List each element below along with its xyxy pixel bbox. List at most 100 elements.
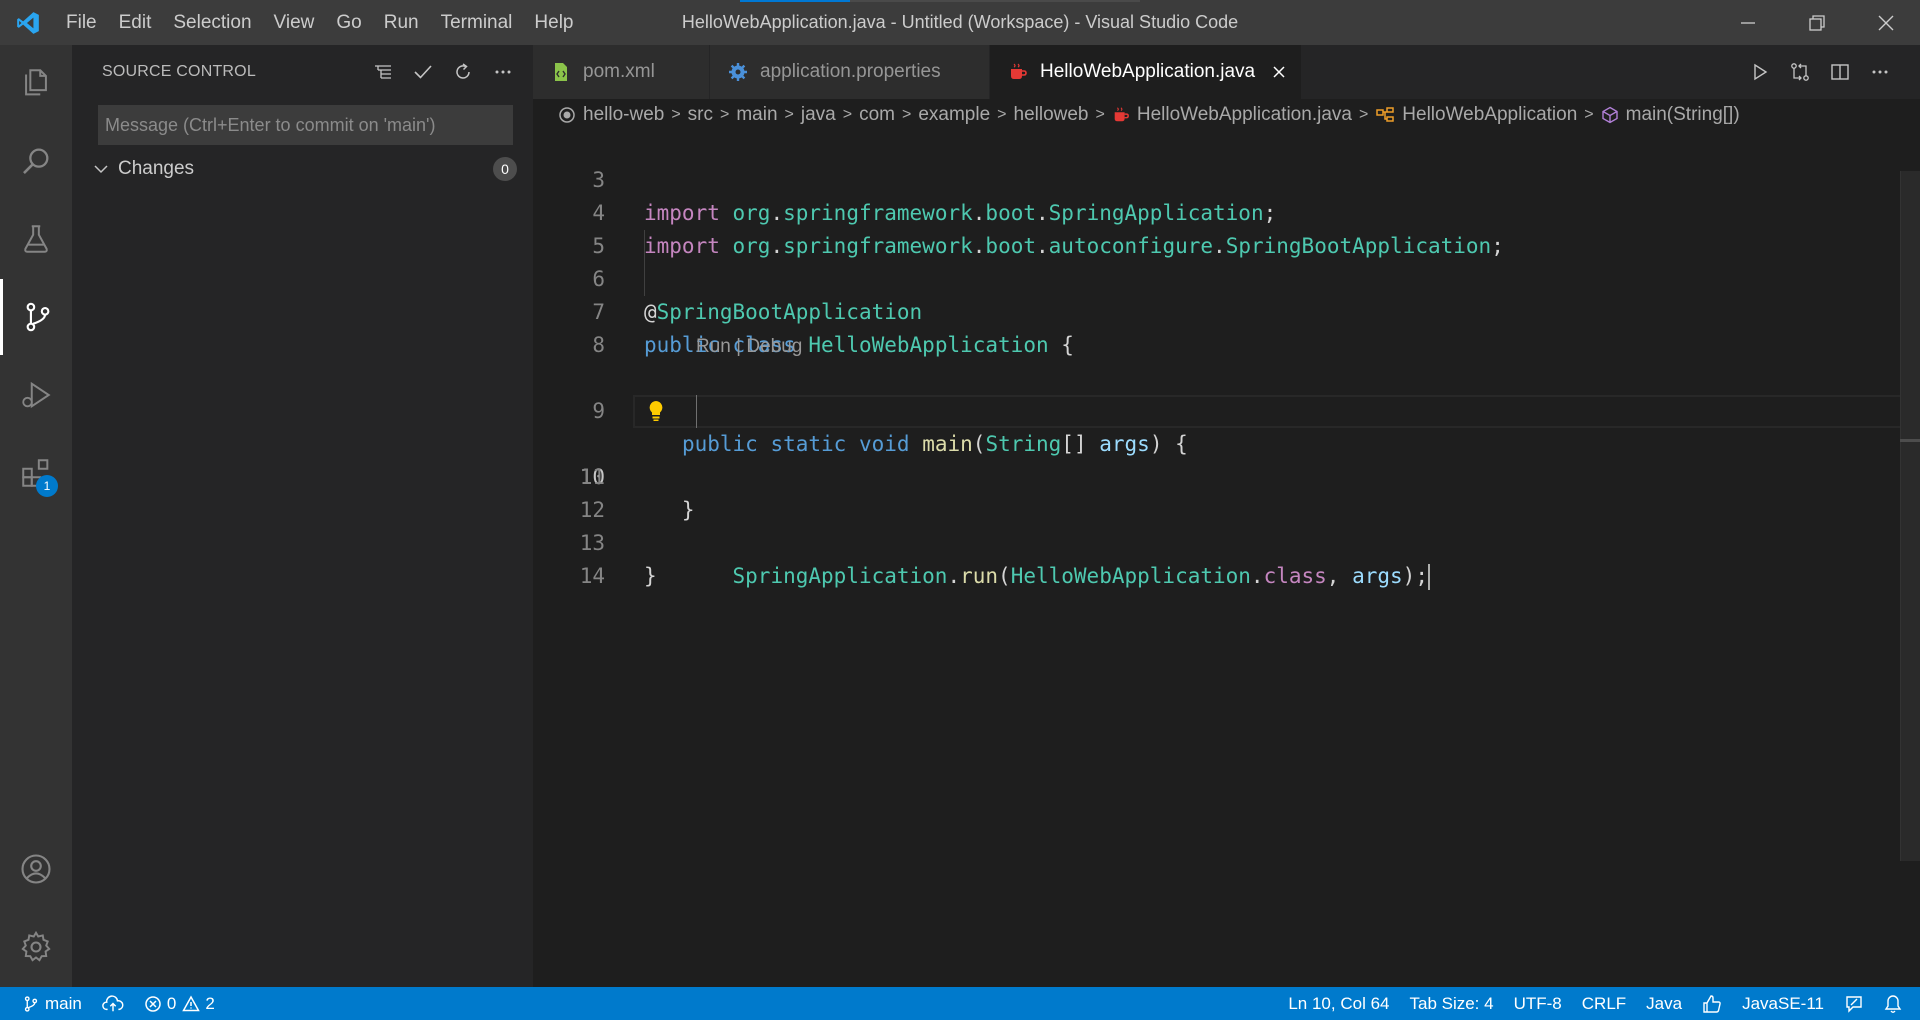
chevron-right-icon: > [784,106,794,123]
changes-group[interactable]: Changes 0 [72,152,533,186]
tab-hellowebapplication-java[interactable]: HelloWebApplication.java [990,45,1303,99]
commit-button[interactable] [403,52,443,92]
check-icon [414,65,432,79]
java-status-button[interactable] [1692,987,1732,1020]
publish-branch-button[interactable] [92,987,134,1020]
tab-pom-xml[interactable]: pom.xml [533,45,710,99]
breadcrumb-item[interactable]: com [859,104,895,126]
chevron-right-icon: > [720,106,730,123]
ellipsis-icon [1872,70,1888,74]
code-line: 13 } [533,494,1920,588]
code-line: 8 [533,296,1920,357]
indent-guide [696,395,697,428]
tab-close-button[interactable] [1269,62,1289,82]
breadcrumb-item[interactable]: HelloWebApplication [1402,104,1577,126]
flask-icon [24,225,48,253]
tab-label: HelloWebApplication.java [1040,61,1256,82]
commit-message-input[interactable]: Message (Ctrl+Enter to commit on 'main') [98,105,513,145]
gear-icon [729,63,747,81]
chevron-right-icon: > [1358,106,1369,123]
text-cursor [1427,564,1430,590]
editor-actions [1740,45,1900,99]
view-as-tree-button[interactable] [363,52,403,92]
vertical-scrollbar[interactable] [1900,171,1920,861]
problems-status[interactable]: 0 2 [134,987,225,1020]
notifications-button[interactable] [1874,987,1920,1020]
split-editor-button[interactable] [1820,52,1860,92]
refresh-button[interactable] [443,52,483,92]
error-count: 0 [166,993,177,1013]
source-control-icon [26,302,49,332]
breadcrumb-item[interactable]: helloweb [1014,104,1089,126]
git-compare-icon [1791,63,1809,81]
menu-edit[interactable]: Edit [108,0,163,45]
menu-help[interactable]: Help [523,0,584,45]
branch-status[interactable]: main [22,987,92,1020]
explorer-button[interactable] [0,45,72,121]
code-text: SpringApplication.run(HelloWebApplicatio… [732,564,1430,590]
manage-button[interactable] [0,909,72,985]
tab-label: pom.xml [583,61,655,82]
editor-more-actions-button[interactable] [1860,52,1900,92]
class-icon [1375,106,1395,124]
source-control-button[interactable] [0,279,72,355]
eol-indicator[interactable]: CRLF [1572,987,1636,1020]
feedback-button[interactable] [1834,987,1874,1020]
restore-icon [1808,14,1825,31]
tab-size-indicator[interactable]: Tab Size: 4 [1399,987,1503,1020]
open-changes-button[interactable] [1780,52,1820,92]
panel-actions [363,45,523,99]
code-line: 6 @SpringBootApplication [533,230,1920,324]
chevron-right-icon: > [671,106,681,123]
run-java-button[interactable] [1740,52,1780,92]
menu-selection[interactable]: Selection [162,0,262,45]
chevron-right-icon: > [901,106,912,123]
refresh-icon [456,63,470,79]
tab-application-properties[interactable]: application.properties [710,45,990,99]
minimize-button[interactable] [1713,0,1782,45]
vscode-logo-icon[interactable] [0,0,55,45]
menu-view[interactable]: View [263,0,326,45]
restore-button[interactable] [1782,0,1851,45]
menu-terminal[interactable]: Terminal [430,0,524,45]
menu-run[interactable]: Run [373,0,430,45]
changes-label: Changes [118,158,195,179]
error-icon [145,995,161,1012]
more-actions-button[interactable] [483,52,523,92]
title-progress-indicator [740,0,850,2]
encoding-indicator[interactable]: UTF-8 [1504,987,1572,1020]
menu-file[interactable]: File [55,0,108,45]
breadcrumb-item[interactable]: main(String[]) [1626,104,1740,126]
java-file-icon [1011,63,1027,79]
breadcrumb-item[interactable]: example [918,104,990,126]
cursor-position[interactable]: Ln 10, Col 64 [1278,987,1399,1020]
window-controls [1713,0,1920,45]
menu-go[interactable]: Go [325,0,372,45]
branch-name: main [45,993,82,1013]
chevron-right-icon: > [1095,106,1105,123]
search-button[interactable] [0,123,72,199]
breadcrumb-item[interactable]: main [736,104,777,126]
breadcrumb-item[interactable]: src [688,104,713,126]
testing-button[interactable] [0,201,72,277]
scrollbar-cursor-marker [1900,439,1920,442]
folder-root-icon [558,106,576,124]
breadcrumb-item[interactable]: hello-web [583,104,664,126]
breadcrumb-item[interactable]: HelloWebApplication.java [1137,104,1352,126]
list-tree-icon [375,65,391,79]
run-debug-button[interactable] [0,357,72,433]
code-editor[interactable]: 3 import org.springframework.boot.Spring… [533,131,1920,987]
extensions-badge: 1 [36,475,58,497]
java-runtime[interactable]: JavaSE-11 [1732,987,1834,1020]
accounts-button[interactable] [0,831,72,907]
files-icon [25,69,47,96]
breadcrumb-item[interactable]: java [801,104,836,126]
menu-bar: File Edit Selection View Go Run Terminal… [55,0,585,45]
close-window-button[interactable] [1851,0,1920,45]
method-icon [1601,106,1619,124]
codelens-run-debug[interactable]: Run | Debug [696,332,802,362]
current-code-line: 10 SpringApplication.run(HelloWebApplica… [533,395,1920,590]
code-line: 14 [533,527,1920,588]
extensions-button[interactable]: 1 [0,435,72,511]
language-mode[interactable]: Java [1636,987,1692,1020]
